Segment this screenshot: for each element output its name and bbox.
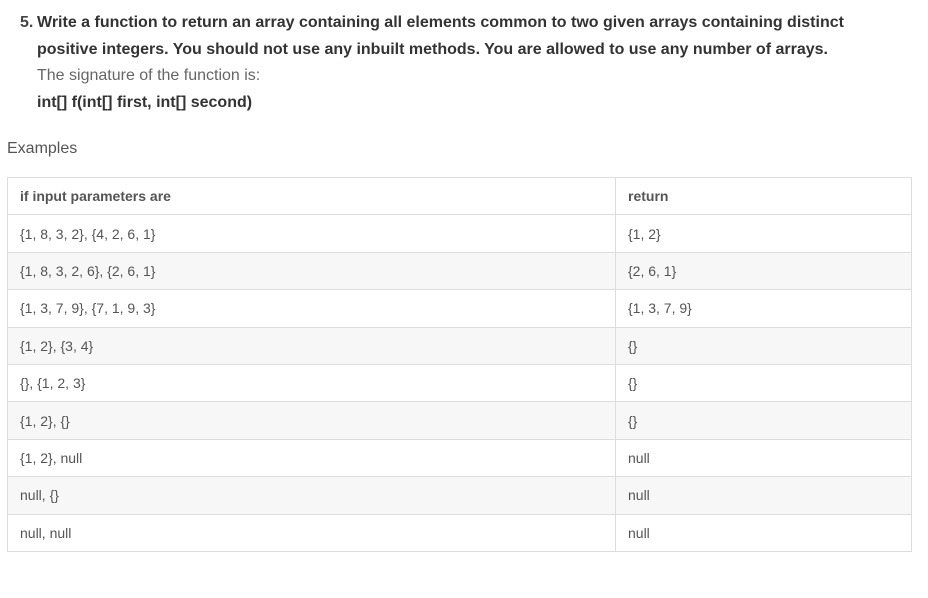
input-cell: {}, {1, 2, 3} [7, 363, 616, 403]
signature-label: The signature of the function is: [37, 67, 261, 84]
input-cell: {1, 2}, {3, 4} [7, 326, 616, 365]
column-header-input: if input parameters are [7, 176, 616, 216]
table-row: {1, 2}, {3, 4} {} [7, 326, 912, 365]
table-row: null, {} null [7, 476, 912, 515]
table-header-row: if input parameters are return [7, 176, 912, 216]
question-line-1: 5. Write a function to return an array co… [20, 10, 900, 37]
return-cell: {2, 6, 1} [615, 251, 912, 291]
table-row: {1, 2}, {} {} [7, 401, 912, 440]
return-cell: {} [615, 363, 912, 403]
question-number: 5. [20, 14, 34, 31]
table-row: {1, 8, 3, 2}, {4, 2, 6, 1} {1, 2} [7, 214, 912, 253]
input-cell: {1, 8, 3, 2}, {4, 2, 6, 1} [7, 214, 616, 253]
table-row: null, null null [7, 513, 912, 552]
input-cell: {1, 3, 7, 9}, {7, 1, 9, 3} [7, 289, 616, 328]
examples-table: if input parameters are return {1, 8, 3,… [7, 176, 912, 552]
return-cell: {1, 3, 7, 9} [615, 289, 912, 328]
input-cell: {1, 2}, null [7, 438, 616, 478]
input-cell: {1, 2}, {} [7, 401, 616, 440]
input-cell: null, null [7, 513, 616, 552]
table-row: {1, 8, 3, 2, 6}, {2, 6, 1} {2, 6, 1} [7, 251, 912, 291]
return-cell: null [615, 513, 912, 552]
return-cell: {1, 2} [615, 214, 912, 253]
return-cell: null [615, 438, 912, 478]
table-row: {}, {1, 2, 3} {} [7, 363, 912, 403]
column-header-return: return [615, 176, 912, 216]
function-signature: int[] f(int[] first, int[] second) [37, 93, 253, 111]
question-block: 5. Write a function to return an array co… [20, 10, 900, 116]
question-text-1: Write a function to return an array cont… [37, 14, 844, 31]
table-row: {1, 3, 7, 9}, {7, 1, 9, 3} {1, 3, 7, 9} [7, 289, 912, 328]
input-cell: null, {} [7, 476, 616, 515]
examples-heading: Examples [7, 140, 78, 157]
return-cell: {} [615, 326, 912, 365]
return-cell: null [615, 476, 912, 515]
question-text-2: positive integers. You should not use an… [37, 40, 828, 58]
table-row: {1, 2}, null null [7, 438, 912, 478]
return-cell: {} [615, 401, 912, 440]
input-cell: {1, 8, 3, 2, 6}, {2, 6, 1} [7, 251, 616, 291]
